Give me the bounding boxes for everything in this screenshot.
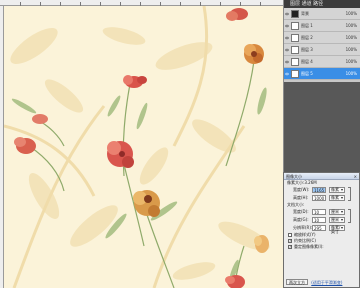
dialog-title: 图像大小 — [286, 174, 302, 179]
height-label: 高度(H): — [293, 195, 309, 200]
height-unit-select[interactable]: 像素 — [329, 195, 345, 201]
resample-label: 重定图像像素(I): — [294, 244, 324, 249]
width-label: 宽度(W): — [293, 187, 310, 192]
panel-dock — [283, 82, 360, 172]
checkbox-box[interactable] — [288, 244, 292, 250]
flower-right-orange — [244, 44, 264, 64]
layer-opacity: 100% — [345, 23, 357, 28]
layer-thumbnail — [291, 10, 299, 18]
eye-icon[interactable] — [285, 36, 289, 40]
doc-width-row: 宽度(D): 厘米 — [284, 208, 359, 223]
layer-row[interactable]: 图层 3 100% — [284, 44, 360, 56]
layer-name: 图层 3 — [301, 47, 313, 52]
close-icon[interactable]: × — [354, 173, 357, 180]
layers-panel-title: 图层 通道 路径 — [284, 0, 360, 8]
layer-thumbnail — [291, 46, 299, 54]
layer-opacity: 100% — [345, 47, 357, 52]
image-size-dialog: 图像大小 × 像素大小:3.26M 宽度(W): 像素 高度(H): 像素 文档… — [283, 172, 360, 288]
document-canvas[interactable] — [4, 6, 283, 288]
scale-styles-label: 缩放样式(Y) — [294, 232, 316, 237]
width-row: 宽度(W): 像素 — [284, 186, 359, 201]
layer-name: 图层 4 — [301, 59, 313, 64]
layer-name: 图层 5 — [301, 71, 313, 76]
dialog-title-bar: 图像大小 × — [284, 173, 359, 180]
layer-row[interactable]: 背景 100% — [284, 8, 360, 20]
constrain-proportions-label: 约束比例(C) — [294, 238, 316, 243]
layer-opacity: 100% — [345, 11, 357, 16]
layer-opacity: 100% — [345, 35, 357, 40]
resample-method-select[interactable]: 两次立方 — [286, 279, 308, 285]
height-input[interactable] — [312, 195, 326, 201]
doc-width-unit-select[interactable]: 厘米 — [329, 209, 345, 215]
floral-artwork — [4, 6, 283, 288]
layer-row[interactable]: 图层 5 100% — [284, 68, 360, 80]
resolution-input[interactable] — [312, 225, 326, 231]
height-row: 高度(H): 像素 — [284, 194, 359, 202]
resample-checkbox[interactable]: 重定图像像素(I): — [284, 244, 359, 250]
layer-opacity: 100% — [345, 59, 357, 64]
layers-panel: 图层 通道 路径 背景 100% 图层 1 100% 图层 2 100% 图层 3 100% 图… — [283, 0, 360, 90]
doc-height-label: 高度(G): — [293, 217, 309, 222]
eye-icon[interactable] — [285, 72, 289, 76]
checkbox-box[interactable] — [288, 233, 292, 237]
eye-icon[interactable] — [285, 60, 289, 64]
layer-list: 背景 100% 图层 1 100% 图层 2 100% 图层 3 100% 图层 4 100% 图层… — [284, 8, 360, 80]
eye-icon[interactable] — [285, 24, 289, 28]
resolution-label: 分辨率(R): — [293, 225, 313, 230]
layer-row[interactable]: 图层 1 100% — [284, 20, 360, 32]
eye-icon[interactable] — [285, 12, 289, 16]
layer-thumbnail — [291, 34, 299, 42]
doc-width-label: 宽度(D): — [293, 209, 309, 214]
checkbox-box[interactable] — [288, 238, 292, 244]
doc-height-unit-select[interactable]: 厘米 — [329, 217, 345, 223]
doc-height-input[interactable] — [312, 217, 326, 223]
doc-height-row: 高度(G): 厘米 — [284, 216, 359, 224]
resample-method-hint: (适用于平滑渐变) — [311, 280, 343, 285]
layer-name: 背景 — [301, 11, 309, 16]
resolution-row: 分辨率(R): 像素/英寸 — [284, 224, 359, 234]
layer-thumbnail — [291, 58, 299, 66]
layer-name: 图层 1 — [301, 23, 313, 28]
width-input[interactable] — [312, 187, 326, 193]
layer-name: 图层 2 — [301, 35, 313, 40]
layer-row[interactable]: 图层 4 100% — [284, 56, 360, 68]
layer-row[interactable]: 图层 2 100% — [284, 32, 360, 44]
layer-thumbnail — [291, 70, 299, 78]
resolution-unit-select[interactable]: 像素/英寸 — [329, 225, 345, 234]
resample-method: 两次立方 (适用于平滑渐变) — [286, 279, 357, 285]
layer-opacity: 100% — [345, 71, 357, 76]
width-unit-select[interactable]: 像素 — [329, 187, 345, 193]
layer-thumbnail — [291, 22, 299, 30]
doc-width-input[interactable] — [312, 209, 326, 215]
eye-icon[interactable] — [285, 48, 289, 52]
